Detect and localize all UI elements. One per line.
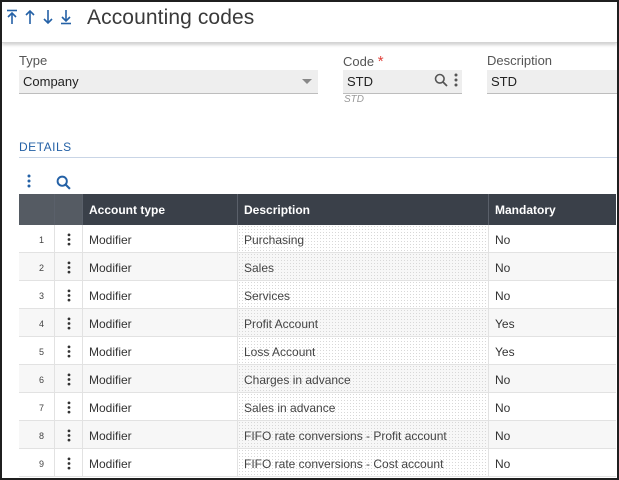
table-row[interactable]: 1 Modifier Purchasing No [19,225,616,253]
cell-account-type[interactable]: Modifier [83,225,238,253]
table-row[interactable]: 2 Modifier Sales No [19,253,616,281]
column-header-account-type[interactable]: Account type [83,194,238,225]
cell-mandatory[interactable]: No [489,225,616,253]
cell-description: Loss Account [238,337,489,365]
row-number: 4 [19,309,55,337]
cell-description: Sales in advance [238,393,489,421]
grid-header: Account type Description Mandatory [19,194,616,225]
required-mark: * [377,53,384,70]
table-row[interactable]: 7 Modifier Sales in advance No [19,393,616,421]
code-value: STD [347,74,373,89]
table-row[interactable]: 9 Modifier FIFO rate conversions - Cost ac… [19,449,616,477]
type-select[interactable]: Company [19,70,318,94]
cell-mandatory[interactable]: No [489,253,616,281]
row-actions-icon[interactable] [55,365,83,393]
row-number: 9 [19,449,55,477]
cell-account-type[interactable]: Modifier [83,253,238,281]
table-row[interactable]: 4 Modifier Profit Account Yes [19,309,616,337]
header-row-actions [55,194,83,225]
page-header: Accounting codes [2,2,617,43]
cell-description: Profit Account [238,309,489,337]
details-section-title: DETAILS [19,140,72,154]
row-actions-icon[interactable] [55,393,83,421]
cell-account-type[interactable]: Modifier [83,309,238,337]
record-navigation [5,8,73,26]
description-label: Description [487,53,553,68]
cell-description: Purchasing [238,225,489,253]
cell-account-type[interactable]: Modifier [83,421,238,449]
more-options-icon[interactable] [454,73,458,87]
app-window: Accounting codes Type Company Code * STD… [0,0,619,480]
cell-description: Charges in advance [238,365,489,393]
row-number: 1 [19,225,55,253]
cell-account-type[interactable]: Modifier [83,337,238,365]
table-row[interactable]: 5 Modifier Loss Account Yes [19,337,616,365]
cell-description: Sales [238,253,489,281]
cell-account-type[interactable]: Modifier [83,393,238,421]
cell-mandatory[interactable]: No [489,449,616,477]
row-number: 2 [19,253,55,281]
row-actions-icon[interactable] [55,421,83,449]
table-row[interactable]: 6 Modifier Charges in advance No [19,365,616,393]
cell-mandatory[interactable]: Yes [489,337,616,365]
row-number: 5 [19,337,55,365]
section-divider [19,157,617,158]
cell-mandatory[interactable]: No [489,365,616,393]
first-record-icon[interactable] [5,8,19,26]
cell-description: Services [238,281,489,309]
table-row[interactable]: 8 Modifier FIFO rate conversions - Profit … [19,421,616,449]
type-value: Company [23,74,79,89]
details-grid: Account type Description Mandatory 1 Modi… [19,194,616,477]
cell-account-type[interactable]: Modifier [83,449,238,477]
cell-account-type[interactable]: Modifier [83,281,238,309]
code-label: Code * [343,53,384,70]
page-title: Accounting codes [87,6,255,29]
column-header-description[interactable]: Description [238,194,489,225]
next-record-icon[interactable] [41,8,55,26]
cell-mandatory[interactable]: No [489,281,616,309]
cell-mandatory[interactable]: Yes [489,309,616,337]
grid-body: 1 Modifier Purchasing No 2 Modifier Sales No 3 Mo… [19,225,616,477]
row-number: 8 [19,421,55,449]
chevron-down-icon [302,79,312,84]
type-label: Type [19,53,48,68]
column-header-mandatory[interactable]: Mandatory [489,194,616,225]
description-value: STD [491,74,517,89]
cell-description: FIFO rate conversions - Profit account [238,421,489,449]
row-actions-icon[interactable] [55,281,83,309]
row-number: 3 [19,281,55,309]
row-actions-icon[interactable] [55,449,83,477]
grid-menu-icon[interactable] [25,174,33,188]
grid-search-icon[interactable] [55,174,71,190]
cell-mandatory[interactable]: No [489,393,616,421]
last-record-icon[interactable] [59,8,73,26]
row-actions-icon[interactable] [55,253,83,281]
previous-record-icon[interactable] [23,8,37,26]
cell-description: FIFO rate conversions - Cost account [238,449,489,477]
row-actions-icon[interactable] [55,309,83,337]
cell-account-type[interactable]: Modifier [83,365,238,393]
row-number: 6 [19,365,55,393]
row-actions-icon[interactable] [55,225,83,253]
search-icon[interactable] [434,73,448,87]
row-actions-icon[interactable] [55,337,83,365]
code-field[interactable]: STD [343,70,462,94]
description-field[interactable]: STD [487,70,617,94]
code-hint: STD [344,94,364,105]
cell-mandatory[interactable]: No [489,421,616,449]
row-number: 7 [19,393,55,421]
table-row[interactable]: 3 Modifier Services No [19,281,616,309]
header-row-number [19,194,55,225]
